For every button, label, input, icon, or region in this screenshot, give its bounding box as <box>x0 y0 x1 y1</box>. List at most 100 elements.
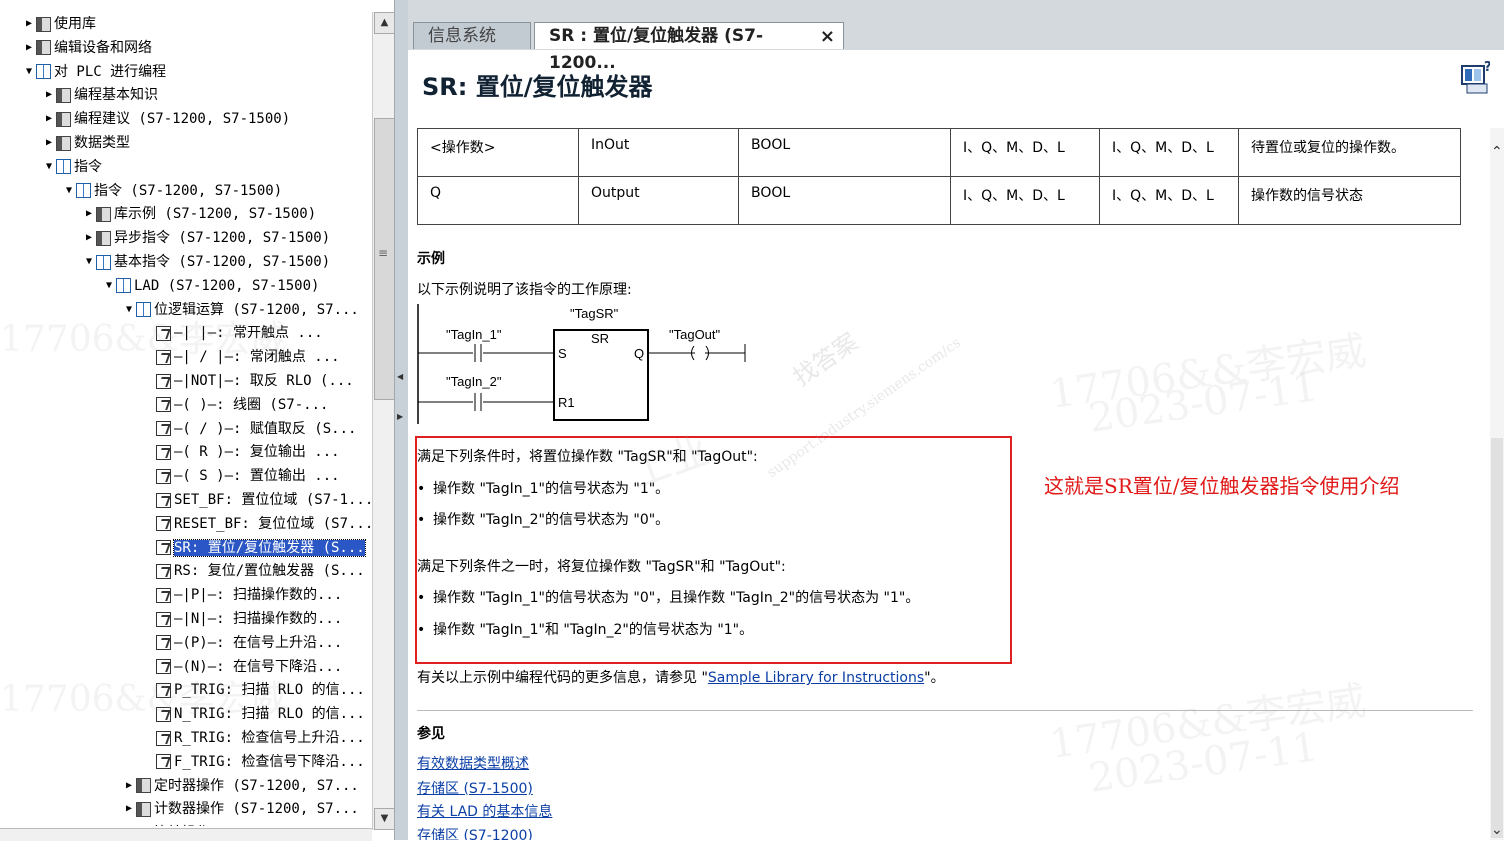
block-name: SR <box>591 331 609 346</box>
set-condition: 满足下列条件时，将置位操作数 "TagSR"和 "TagOut": <box>417 446 758 466</box>
collapse-arrow-icon[interactable]: ▼ <box>22 61 36 83</box>
book-icon <box>56 88 71 103</box>
tree-item[interactable]: SR: 置位/复位触发器 (S... <box>142 537 365 559</box>
scroll-up-icon[interactable]: ⌃ <box>1491 144 1503 160</box>
topic-page-icon <box>156 707 171 722</box>
tree-vertical-scrollbar[interactable]: ▲ ≡ ▼ <box>372 12 395 830</box>
reset-condition: 满足下列条件之一时，将复位操作数 "TagSR"和 "TagOut": <box>417 556 786 576</box>
tree-item[interactable]: ▶异步指令 (S7-1200, S7-1500) <box>82 227 330 249</box>
open-book-icon <box>56 159 71 174</box>
expand-arrow-icon[interactable]: ▶ <box>22 37 36 59</box>
tree-item[interactable]: —| |—: 常开触点 ... <box>142 322 323 344</box>
table-cell: 待置位或复位的操作数。 <box>1239 129 1461 177</box>
tree-item[interactable]: —( / )—: 赋值取反 (S... <box>142 418 356 440</box>
tree-item[interactable]: ▶编程建议 (S7-1200, S7-1500) <box>42 108 290 130</box>
collapse-arrow-icon[interactable]: ▼ <box>82 251 96 273</box>
sample-library-link[interactable]: Sample Library for Instructions <box>708 670 924 686</box>
collapse-arrow-icon[interactable]: ▼ <box>122 299 136 321</box>
link-data-types[interactable]: 有效数据类型概述 <box>417 753 529 773</box>
watermark-date: 2023-07-11 <box>1086 364 1321 442</box>
collapse-arrow-icon[interactable]: ▼ <box>102 275 116 297</box>
collapse-arrow-icon[interactable]: ▼ <box>62 180 76 202</box>
collapse-right-icon[interactable]: ▶ <box>397 412 403 421</box>
link-memory-s7-1200[interactable]: 存储区 (S7-1200) <box>417 825 533 840</box>
document-view: SR: 置位/复位触发器 ? <操作数>InOutBOOLI、Q、M、D、LI、… <box>408 50 1490 840</box>
collapse-left-icon[interactable]: ◀ <box>397 372 403 381</box>
tree-item[interactable]: ▶比较操作 (S7-1200, S7-1500) <box>122 822 370 826</box>
close-tab-icon[interactable]: × <box>820 23 835 50</box>
tree-item[interactable]: ▶数据类型 <box>42 132 130 154</box>
tree-item-label: 编程基本知识 <box>74 87 158 103</box>
expand-arrow-icon[interactable]: ▶ <box>122 798 136 820</box>
expand-arrow-icon[interactable]: ▶ <box>82 203 96 225</box>
topic-page-icon <box>156 421 171 436</box>
expand-arrow-icon[interactable]: ▶ <box>42 108 56 130</box>
tree-item[interactable]: —| / |—: 常闭触点 ... <box>142 346 340 368</box>
content-scrollbar-thumb[interactable] <box>1491 438 1503 838</box>
topic-page-icon <box>156 683 171 698</box>
tree-item[interactable]: ▶使用库 <box>22 13 96 35</box>
topic-page-icon <box>156 516 171 531</box>
tree-item[interactable]: —|P|—: 扫描操作数的... <box>142 584 342 606</box>
topic-page-icon <box>156 493 171 508</box>
tree-item[interactable]: —( R )—: 复位输出 ... <box>142 441 340 463</box>
collapse-arrow-icon[interactable]: ▼ <box>42 156 56 178</box>
scroll-down-icon[interactable]: ⌄ <box>1491 822 1503 838</box>
tree-item[interactable]: RESET_BF: 复位位域 (S7... <box>142 513 372 535</box>
tree-item[interactable]: P_TRIG: 扫描 RLO 的信... <box>142 679 365 701</box>
tree-item[interactable]: ▼LAD (S7-1200, S7-1500) <box>102 275 319 297</box>
tree-item[interactable]: RS: 复位/置位触发器 (S... <box>142 560 365 582</box>
tree-item[interactable]: —(N)—: 在信号下降沿... <box>142 656 342 678</box>
parameter-table: <操作数>InOutBOOLI、Q、M、D、LI、Q、M、D、L待置位或复位的操… <box>417 128 1461 225</box>
table-cell: I、Q、M、D、L <box>1100 129 1239 177</box>
topic-page-icon <box>156 754 171 769</box>
expand-arrow-icon[interactable]: ▶ <box>122 775 136 797</box>
table-cell: I、Q、M、D、L <box>951 177 1100 225</box>
tab-sr-flipflop[interactable]: SR : 置位/复位触发器 (S7-1200...× <box>534 22 844 49</box>
tree-item[interactable]: ▼位逻辑运算 (S7-1200, S7... <box>122 299 359 321</box>
table-cell: BOOL <box>739 177 951 225</box>
tree-item-label: RS: 复位/置位触发器 (S... <box>174 563 365 579</box>
tree-horizontal-scrollbar[interactable] <box>0 828 372 841</box>
expand-arrow-icon[interactable]: ▶ <box>42 132 56 154</box>
tree-item[interactable]: F_TRIG: 检查信号下降沿... <box>142 751 365 773</box>
pin-r1: R1 <box>558 395 575 410</box>
tree-item[interactable]: ▶计数器操作 (S7-1200, S7... <box>122 798 359 820</box>
scroll-down-button[interactable]: ▼ <box>374 808 395 830</box>
expand-arrow-icon[interactable]: ▶ <box>122 822 136 826</box>
tree-item[interactable]: —|N|—: 扫描操作数的... <box>142 608 342 630</box>
tree-item-label: —| / |—: 常闭触点 ... <box>174 349 340 365</box>
help-tree: ▶使用库▶编辑设备和网络▼对 PLC 进行编程▶编程基本知识▶编程建议 (S7-… <box>0 0 372 826</box>
expand-arrow-icon[interactable]: ▶ <box>22 13 36 35</box>
content-vertical-scrollbar[interactable]: ⌃ ⌄ <box>1490 128 1504 840</box>
scroll-up-button[interactable]: ▲ <box>374 12 395 34</box>
annotation-note: 这就是SR置位/复位触发器指令使用介绍 <box>1044 470 1400 499</box>
topic-page-icon <box>156 564 171 579</box>
link-lad-basics[interactable]: 有关 LAD 的基本信息 <box>417 801 552 821</box>
expand-arrow-icon[interactable]: ▶ <box>42 84 56 106</box>
tree-item[interactable]: N_TRIG: 扫描 RLO 的信... <box>142 703 365 725</box>
tree-item[interactable]: ▶编辑设备和网络 <box>22 37 152 59</box>
tree-item[interactable]: —(P)—: 在信号上升沿... <box>142 632 342 654</box>
tree-item[interactable]: ▼指令 <box>42 156 102 178</box>
tree-item[interactable]: —|NOT|—: 取反 RLO (... <box>142 370 354 392</box>
table-cell: InOut <box>579 129 739 177</box>
tree-item[interactable]: ▼对 PLC 进行编程 <box>22 61 166 83</box>
tree-item[interactable]: ▼ 基本指令 (S7-1200, S7-1500) <box>82 251 330 273</box>
tree-item[interactable]: —( )—: 线圈 (S7-... <box>142 394 328 416</box>
link-memory-s7-1500[interactable]: 存储区 (S7-1500) <box>417 778 533 798</box>
expand-arrow-icon[interactable]: ▶ <box>82 227 96 249</box>
tree-item[interactable]: SET_BF: 置位位域 (S7-1... <box>142 489 372 511</box>
tree-item[interactable]: —( S )—: 置位输出 ... <box>142 465 340 487</box>
pin-s: S <box>558 346 567 361</box>
block-tag: "TagSR" <box>570 306 619 321</box>
tree-item[interactable]: ▶库示例 (S7-1200, S7-1500) <box>82 203 316 225</box>
tab-information-system[interactable]: 信息系统 <box>413 22 531 49</box>
tree-item[interactable]: ▼指令 (S7-1200, S7-1500) <box>62 180 282 202</box>
tree-item[interactable]: ▶定时器操作 (S7-1200, S7... <box>122 775 359 797</box>
help-context-icon[interactable]: ? <box>1461 60 1490 94</box>
tree-item-label: 基本指令 (S7-1200, S7-1500) <box>114 254 330 270</box>
tree-item[interactable]: ▶ 编程基本知识 <box>42 84 158 106</box>
tree-item[interactable]: R_TRIG: 检查信号上升沿... <box>142 727 365 749</box>
pane-splitter[interactable]: ◀ ▶ <box>394 0 409 840</box>
